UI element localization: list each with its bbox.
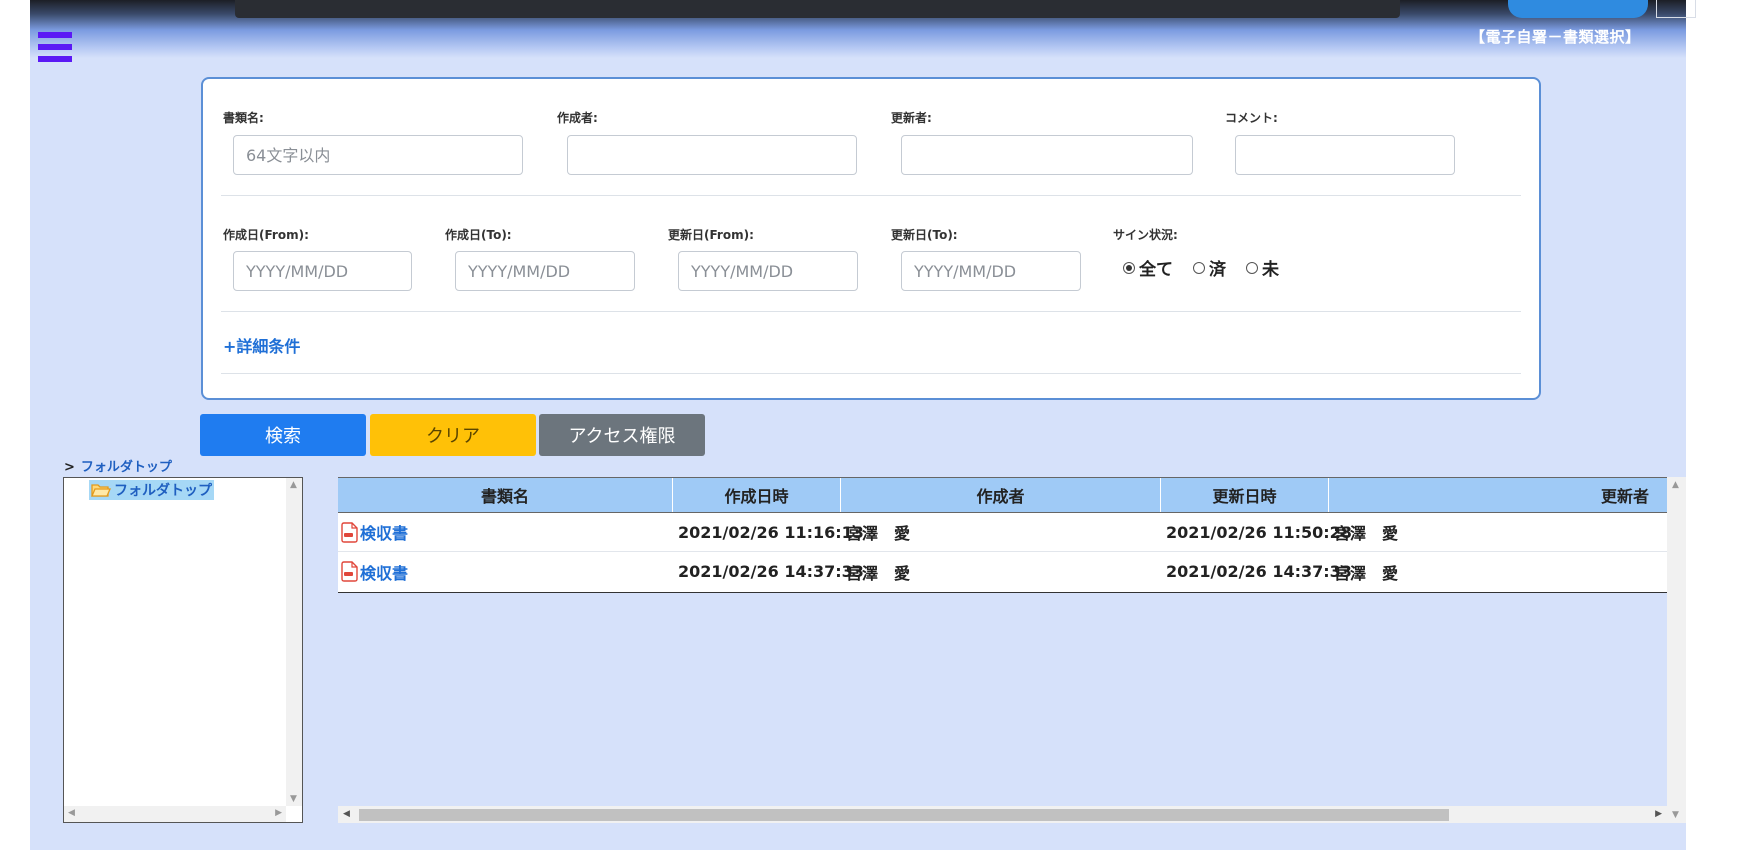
- top-action-pill[interactable]: [1508, 0, 1648, 18]
- grid-vertical-scrollbar[interactable]: ▲ ▼: [1667, 477, 1686, 823]
- grid-header-row: 書類名 作成日時 作成者 更新日時 更新者: [338, 477, 1667, 513]
- header-bar: 【電子自署－書類選択】: [30, 0, 1696, 62]
- divider: [221, 373, 1521, 374]
- breadcrumb: > フォルダトップ: [64, 456, 172, 475]
- grid-body: 検収書 2021/02/26 11:16:13 宮澤 愛 2021/02/26 …: [338, 513, 1667, 593]
- doc-name-cell: 検収書: [338, 560, 673, 584]
- updated-cell: 2021/02/26 11:50:28: [1166, 522, 1352, 542]
- creator-label: 作成者:: [557, 111, 598, 125]
- doc-name-cell: 検収書: [338, 520, 673, 544]
- doc-name-text: 検収書: [360, 563, 409, 583]
- table-row[interactable]: 検収書 2021/02/26 11:16:13 宮澤 愛 2021/02/26 …: [338, 513, 1667, 552]
- radio-unselected-icon: [1246, 261, 1258, 274]
- creator-input[interactable]: [567, 135, 857, 175]
- updater-label: 更新者:: [891, 111, 932, 125]
- grid-horizontal-scrollbar[interactable]: ◀ ▶: [338, 806, 1667, 823]
- document-grid: 書類名 作成日時 作成者 更新日時 更新者 検収書 2021/02/26 11:…: [338, 477, 1686, 823]
- updated-cell: 2021/02/26 14:37:33: [1166, 562, 1352, 581]
- detail-conditions-link[interactable]: +詳細条件: [223, 333, 300, 357]
- radio-all-label: 全て: [1139, 260, 1173, 280]
- updater-cell: 宮澤 愛: [1334, 563, 1399, 583]
- updated-to-input[interactable]: [901, 251, 1081, 291]
- updater-input[interactable]: [901, 135, 1193, 175]
- comment-input[interactable]: [1235, 135, 1455, 175]
- top-address-bar: [235, 0, 1400, 18]
- search-panel: 書類名: 作成者: 更新者: コメント: 作成日(From): 作成日(To):…: [201, 77, 1541, 400]
- scroll-right-icon[interactable]: ▶: [1655, 809, 1662, 819]
- creator-cell: 宮澤 愛: [846, 524, 911, 543]
- radio-done[interactable]: 済: [1193, 255, 1226, 280]
- search-button[interactable]: 検索: [200, 414, 366, 456]
- column-header-updated[interactable]: 更新日時: [1161, 478, 1329, 512]
- radio-unselected-icon: [1193, 261, 1205, 274]
- scroll-left-icon[interactable]: ◀: [68, 808, 75, 818]
- doc-name-text: 検収書: [360, 524, 409, 543]
- updater-cell: 宮澤 愛: [1334, 524, 1399, 543]
- tree-vertical-scrollbar[interactable]: ▲ ▼: [286, 478, 302, 806]
- doc-link[interactable]: 検収書: [338, 560, 673, 584]
- breadcrumb-separator: >: [64, 460, 75, 475]
- hamburger-menu-icon[interactable]: [38, 32, 72, 66]
- updated-from-input[interactable]: [678, 251, 858, 291]
- scroll-down-icon[interactable]: ▼: [290, 794, 297, 804]
- top-action-box[interactable]: [1656, 0, 1696, 18]
- created-cell: 2021/02/26 11:16:13: [678, 522, 864, 542]
- tree-item-folder-top[interactable]: フォルダトップ: [89, 480, 214, 500]
- comment-label: コメント:: [1225, 111, 1278, 125]
- scroll-down-icon[interactable]: ▼: [1672, 810, 1679, 820]
- creator-cell: 宮澤 愛: [846, 563, 911, 583]
- created-from-input[interactable]: [233, 251, 412, 291]
- updated-from-label: 更新日(From):: [668, 228, 754, 242]
- column-header-created[interactable]: 作成日時: [673, 478, 841, 512]
- tree-horizontal-scrollbar[interactable]: ◀ ▶: [64, 806, 286, 822]
- doc-link[interactable]: 検収書: [338, 520, 673, 544]
- scrollbar-thumb[interactable]: [359, 809, 1449, 821]
- column-header-creator[interactable]: 作成者: [841, 478, 1161, 512]
- pdf-file-icon: [341, 521, 358, 543]
- created-from-label: 作成日(From):: [223, 228, 309, 242]
- table-row[interactable]: 検収書 2021/02/26 14:37:33 宮澤 愛 2021/02/26 …: [338, 552, 1667, 591]
- clear-button[interactable]: クリア: [370, 414, 536, 456]
- doc-name-label: 書類名:: [223, 111, 264, 125]
- radio-done-label: 済: [1209, 260, 1226, 280]
- created-to-input[interactable]: [455, 251, 635, 291]
- scroll-up-icon[interactable]: ▲: [290, 480, 297, 490]
- divider: [221, 195, 1521, 196]
- radio-pending-label: 未: [1262, 260, 1279, 280]
- access-rights-button[interactable]: アクセス権限: [539, 414, 705, 456]
- divider: [221, 311, 1521, 312]
- created-cell: 2021/02/26 14:37:33: [678, 562, 864, 581]
- pdf-file-icon: [341, 561, 358, 582]
- sign-status-radio-group: 全て 済 未: [1123, 255, 1279, 280]
- doc-name-input[interactable]: [233, 135, 523, 175]
- column-header-updater[interactable]: 更新者: [1329, 478, 1667, 512]
- app-window: 【電子自署－書類選択】 書類名: 作成者: 更新者: コメント: 作成日(Fro…: [30, 0, 1696, 850]
- scroll-left-icon[interactable]: ◀: [343, 809, 350, 819]
- column-header-doc-name[interactable]: 書類名: [338, 478, 673, 512]
- radio-all[interactable]: 全て: [1123, 255, 1173, 280]
- scroll-up-icon[interactable]: ▲: [1672, 480, 1679, 490]
- folder-tree: フォルダトップ ▲ ▼ ◀ ▶: [63, 477, 303, 823]
- breadcrumb-folder-top[interactable]: フォルダトップ: [81, 460, 172, 475]
- created-to-label: 作成日(To):: [445, 228, 512, 242]
- page-title: 【電子自署－書類選択】: [1470, 28, 1641, 46]
- scroll-right-icon[interactable]: ▶: [275, 808, 282, 818]
- radio-pending[interactable]: 未: [1246, 255, 1279, 280]
- updated-to-label: 更新日(To):: [891, 228, 958, 242]
- tree-item-label: フォルダトップ: [114, 483, 212, 499]
- folder-open-icon: [91, 483, 111, 498]
- radio-selected-icon: [1123, 261, 1135, 274]
- sign-status-label: サイン状況:: [1113, 228, 1178, 242]
